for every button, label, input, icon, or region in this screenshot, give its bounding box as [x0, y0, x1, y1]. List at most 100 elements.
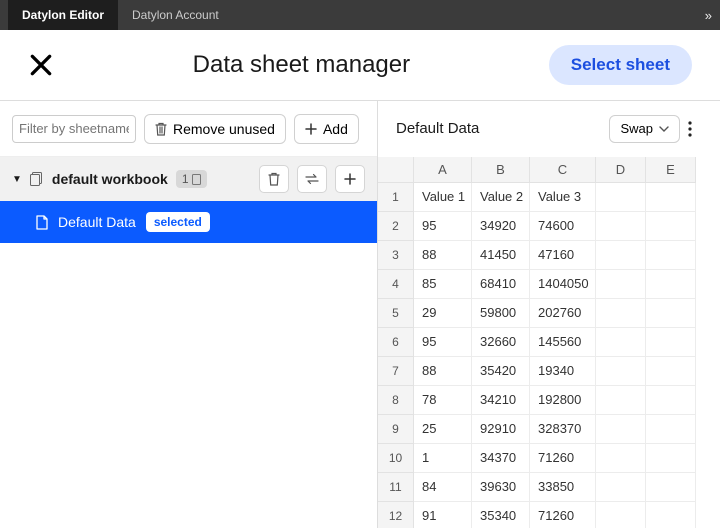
- cell[interactable]: [646, 183, 696, 212]
- cell[interactable]: 29: [414, 299, 472, 328]
- cell[interactable]: [596, 212, 646, 241]
- cell[interactable]: [596, 270, 646, 299]
- add-label: Add: [323, 121, 348, 137]
- workbook-delete-button[interactable]: [259, 165, 289, 193]
- cell[interactable]: 1404050: [530, 270, 596, 299]
- cell[interactable]: [596, 299, 646, 328]
- swap-button[interactable]: Swap: [609, 115, 680, 143]
- cell[interactable]: 34210: [472, 386, 530, 415]
- cell[interactable]: 71260: [530, 444, 596, 473]
- cell[interactable]: [646, 270, 696, 299]
- cell[interactable]: 74600: [530, 212, 596, 241]
- cell[interactable]: 88: [414, 241, 472, 270]
- cell[interactable]: [646, 212, 696, 241]
- cell[interactable]: [646, 473, 696, 502]
- cell[interactable]: [646, 444, 696, 473]
- cell[interactable]: 71260: [530, 502, 596, 528]
- spreadsheet-grid[interactable]: A B C D E 1Value 1Value 2Value 329534920…: [378, 157, 720, 528]
- column-header-row: A B C D E: [378, 157, 720, 183]
- row-header[interactable]: 9: [378, 415, 414, 444]
- cell[interactable]: 34370: [472, 444, 530, 473]
- column-header[interactable]: C: [530, 157, 596, 183]
- cell[interactable]: [646, 502, 696, 528]
- cell[interactable]: 328370: [530, 415, 596, 444]
- workbook-swap-button[interactable]: [297, 165, 327, 193]
- column-header[interactable]: E: [646, 157, 696, 183]
- grid-corner[interactable]: [378, 157, 414, 183]
- expand-panels-icon[interactable]: »: [705, 8, 712, 23]
- cell[interactable]: [596, 183, 646, 212]
- row-header[interactable]: 6: [378, 328, 414, 357]
- cell[interactable]: 32660: [472, 328, 530, 357]
- cell[interactable]: [646, 386, 696, 415]
- cell[interactable]: [646, 415, 696, 444]
- cell[interactable]: 41450: [472, 241, 530, 270]
- cell[interactable]: [596, 415, 646, 444]
- cell[interactable]: 35420: [472, 357, 530, 386]
- cell[interactable]: 25: [414, 415, 472, 444]
- cell[interactable]: 192800: [530, 386, 596, 415]
- cell[interactable]: 33850: [530, 473, 596, 502]
- cell[interactable]: 88: [414, 357, 472, 386]
- cell[interactable]: 34920: [472, 212, 530, 241]
- cell[interactable]: [596, 502, 646, 528]
- sheet-icon: [36, 215, 48, 230]
- workbook-row[interactable]: ▼ default workbook 1: [0, 157, 377, 201]
- cell[interactable]: 19340: [530, 357, 596, 386]
- cell[interactable]: [646, 357, 696, 386]
- cell[interactable]: 85: [414, 270, 472, 299]
- cell[interactable]: 47160: [530, 241, 596, 270]
- cell[interactable]: [596, 444, 646, 473]
- cell[interactable]: 39630: [472, 473, 530, 502]
- cell[interactable]: [596, 241, 646, 270]
- cell[interactable]: Value 1: [414, 183, 472, 212]
- column-header[interactable]: B: [472, 157, 530, 183]
- more-menu-button[interactable]: [688, 121, 710, 137]
- column-header[interactable]: A: [414, 157, 472, 183]
- row-header[interactable]: 5: [378, 299, 414, 328]
- cell[interactable]: 59800: [472, 299, 530, 328]
- sheet-item[interactable]: Default Data selected: [0, 201, 377, 243]
- cell[interactable]: 68410: [472, 270, 530, 299]
- row-header[interactable]: 3: [378, 241, 414, 270]
- cell[interactable]: [646, 241, 696, 270]
- cell[interactable]: 145560: [530, 328, 596, 357]
- cell[interactable]: [646, 328, 696, 357]
- table-row: 52959800202760: [378, 299, 720, 328]
- cell[interactable]: 78: [414, 386, 472, 415]
- remove-unused-button[interactable]: Remove unused: [144, 114, 286, 144]
- row-header[interactable]: 2: [378, 212, 414, 241]
- cell[interactable]: Value 2: [472, 183, 530, 212]
- cell[interactable]: 95: [414, 328, 472, 357]
- row-header[interactable]: 7: [378, 357, 414, 386]
- column-header[interactable]: D: [596, 157, 646, 183]
- cell[interactable]: 91: [414, 502, 472, 528]
- cell[interactable]: 95: [414, 212, 472, 241]
- cell[interactable]: [596, 357, 646, 386]
- cell[interactable]: [596, 473, 646, 502]
- cell[interactable]: 1: [414, 444, 472, 473]
- trash-icon: [155, 122, 167, 136]
- row-header[interactable]: 10: [378, 444, 414, 473]
- app-tab-account[interactable]: Datylon Account: [118, 0, 233, 30]
- cell[interactable]: 35340: [472, 502, 530, 528]
- row-header[interactable]: 11: [378, 473, 414, 502]
- cell[interactable]: [646, 299, 696, 328]
- cell[interactable]: 84: [414, 473, 472, 502]
- disclosure-triangle-icon[interactable]: ▼: [12, 174, 22, 185]
- row-header[interactable]: 12: [378, 502, 414, 528]
- select-sheet-button[interactable]: Select sheet: [549, 45, 692, 85]
- cell[interactable]: [596, 386, 646, 415]
- cell[interactable]: 92910: [472, 415, 530, 444]
- cell[interactable]: [596, 328, 646, 357]
- workbook-add-button[interactable]: [335, 165, 365, 193]
- row-header[interactable]: 1: [378, 183, 414, 212]
- cell[interactable]: Value 3: [530, 183, 596, 212]
- app-tab-editor[interactable]: Datylon Editor: [8, 0, 118, 30]
- add-button[interactable]: Add: [294, 114, 359, 144]
- row-header[interactable]: 8: [378, 386, 414, 415]
- close-button[interactable]: [28, 52, 54, 78]
- filter-input[interactable]: [12, 115, 136, 143]
- cell[interactable]: 202760: [530, 299, 596, 328]
- row-header[interactable]: 4: [378, 270, 414, 299]
